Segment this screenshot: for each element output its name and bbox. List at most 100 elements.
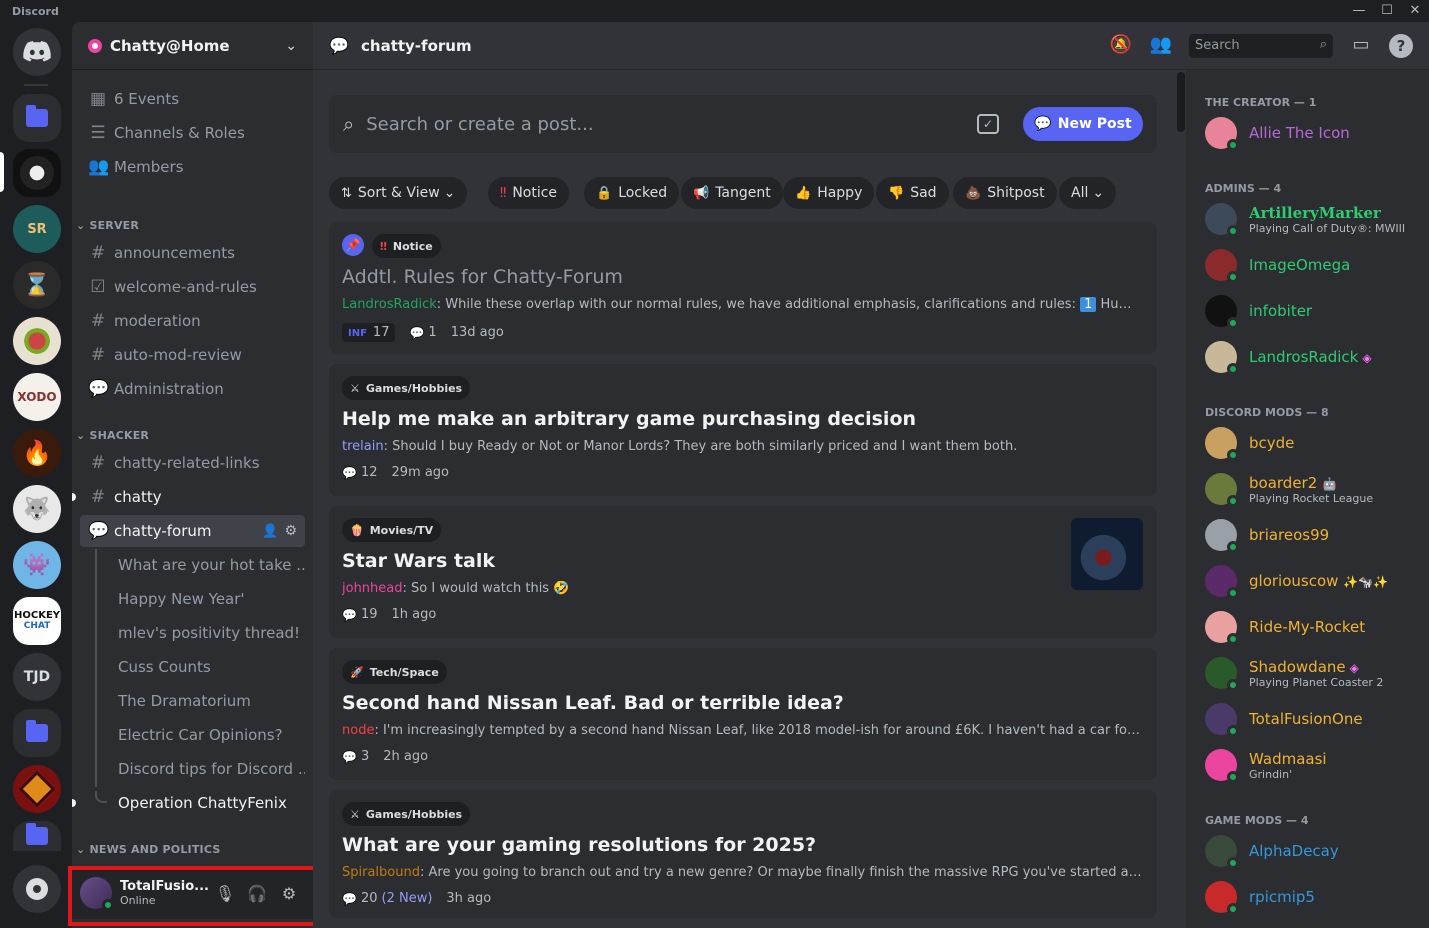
channel-chatty-forum[interactable]: 💬 chatty-forum 👤 ⚙ xyxy=(80,515,305,547)
server-folder[interactable] xyxy=(13,94,61,142)
inbox-icon[interactable]: ▭ xyxy=(1349,34,1373,58)
close-icon[interactable]: ✕ xyxy=(1402,2,1428,20)
member-item[interactable]: ImageOmega xyxy=(1205,244,1425,286)
post-author: LandrosRadick xyxy=(342,297,437,312)
member-item[interactable]: briareos99 xyxy=(1205,514,1425,556)
category-server[interactable]: ⌄ SERVER xyxy=(76,219,139,232)
server-fire[interactable]: 🔥 xyxy=(13,429,61,477)
avatar xyxy=(1205,117,1239,151)
tag-locked[interactable]: 🔒 Locked xyxy=(584,177,680,209)
server-chatty-home[interactable] xyxy=(13,149,61,197)
tag-tangent[interactable]: 📢 Tangent xyxy=(681,177,783,209)
search-input[interactable]: Search ⌕ xyxy=(1189,34,1333,58)
gear-icon[interactable]: ⚙ xyxy=(284,523,297,539)
channel-chatty-related-links[interactable]: # chatty-related-links xyxy=(80,447,305,479)
member-name: TotalFusionOne xyxy=(1249,710,1363,728)
tag-icon: ⚔ xyxy=(350,381,360,395)
member-item[interactable]: Allie The Icon xyxy=(1205,112,1425,154)
category-shacker[interactable]: ⌄ SHACKER xyxy=(76,429,149,442)
scrollbar[interactable] xyxy=(1177,72,1185,132)
thread-item[interactable]: Electric Car Opinions? xyxy=(110,719,305,751)
member-item[interactable]: Ride-My-Rocket xyxy=(1205,606,1425,648)
forum-post-card[interactable]: 🚀 Tech/Space Second hand Nissan Leaf. Bad… xyxy=(329,648,1157,780)
channel-label: moderation xyxy=(114,312,201,330)
forum-post-card[interactable]: 🍿 Movies/TV Star Wars talk johnhead: So I… xyxy=(329,506,1157,638)
member-item[interactable]: LandrosRadick ◈ xyxy=(1205,336,1425,378)
server-tjd[interactable]: TJD xyxy=(13,653,61,701)
discover-button[interactable] xyxy=(13,865,61,913)
member-item[interactable]: ArtilleryMarker Playing Call of Duty®: MW… xyxy=(1205,198,1425,240)
thread-item[interactable]: Operation ChattyFenix xyxy=(110,787,305,819)
invite-icon[interactable]: 👤 xyxy=(262,524,278,539)
member-list-icon[interactable]: 👥 xyxy=(1149,34,1173,58)
tag-sad[interactable]: 👎 Sad xyxy=(876,177,949,209)
channel-chatty[interactable]: # chatty xyxy=(80,481,305,513)
thread-item[interactable]: What are your hot take ... xyxy=(110,549,305,581)
server-folder[interactable] xyxy=(13,821,61,851)
forum-post-card[interactable]: ⚔ Games/Hobbies What are your gaming reso… xyxy=(329,790,1157,918)
member-item[interactable]: AlphaDecay xyxy=(1205,830,1425,872)
thread-item[interactable]: mlev's positivity thread! xyxy=(110,617,305,649)
channel-moderation[interactable]: # moderation xyxy=(80,305,305,337)
mute-notifications-icon[interactable]: 🔕 xyxy=(1109,34,1133,58)
chat-bubble-icon: 💬 xyxy=(342,891,357,906)
server-diamond[interactable] xyxy=(13,765,61,813)
member-item[interactable]: infobiter xyxy=(1205,290,1425,332)
member-item[interactable]: Wadmaasi Grindin' xyxy=(1205,744,1425,786)
member-item[interactable]: Shadowdane ◈ Playing Planet Coaster 2 xyxy=(1205,652,1425,694)
tag-notice[interactable]: ‼ Notice xyxy=(488,177,570,209)
tag-icon: 👎 xyxy=(888,185,905,201)
tag-icon: 📢 xyxy=(693,185,710,201)
server-paladin[interactable] xyxy=(13,317,61,365)
forum-lock-icon: 💬 xyxy=(88,379,110,399)
hourglass-icon: ⌛ xyxy=(23,272,51,298)
tag-label: All xyxy=(1071,185,1089,201)
tag-shitpost[interactable]: 💩 Shitpost xyxy=(953,177,1057,209)
member-item[interactable]: bcyde xyxy=(1205,422,1425,464)
sidebar-item-members[interactable]: 👥 Members xyxy=(80,151,305,183)
server-hourglass[interactable]: ⌛ xyxy=(13,261,61,309)
minimize-icon[interactable]: — xyxy=(1346,2,1372,20)
new-post-button[interactable]: 💬 New Post xyxy=(1023,107,1143,141)
sort-view-button[interactable]: ⇅ Sort & View ⌄ xyxy=(329,177,468,209)
forum-post-card[interactable]: 📌 ‼ Notice Addtl. Rules for Chatty-Forum … xyxy=(329,222,1157,354)
member-name: ImageOmega xyxy=(1249,256,1351,274)
member-name-text: gloriouscow xyxy=(1249,572,1339,590)
tag-label: Games/Hobbies xyxy=(365,807,463,821)
sidebar-item-events[interactable]: ▦ 6 Events xyxy=(80,83,305,115)
tag-happy[interactable]: 👍 Happy xyxy=(783,177,875,209)
forum-post-card[interactable]: ⚔ Games/Hobbies Help me make an arbitrary… xyxy=(329,364,1157,496)
channel-auto-mod-review[interactable]: # auto-mod-review xyxy=(80,339,305,371)
hockey-label: HOCKEY xyxy=(13,610,61,621)
guild-header[interactable]: Chatty@Home ⌄ xyxy=(72,22,313,70)
checkbox-icon[interactable]: ✓ xyxy=(977,114,999,134)
member-item[interactable]: gloriouscow ✨🐄✨ xyxy=(1205,560,1425,602)
home-button[interactable] xyxy=(13,28,61,76)
channel-administration[interactable]: 💬 Administration xyxy=(80,373,305,405)
member-item[interactable]: boarder2 🤖 Playing Rocket League xyxy=(1205,468,1425,510)
sidebar-item-channels-roles[interactable]: ☰ Channels & Roles xyxy=(80,117,305,149)
tag-all-dropdown[interactable]: All ⌄ xyxy=(1059,177,1117,209)
thread-item[interactable]: Cuss Counts xyxy=(110,651,305,683)
server-wolf[interactable]: 🐺 xyxy=(13,485,61,533)
server-stitch[interactable]: 👾 xyxy=(13,541,61,589)
category-news-politics[interactable]: ⌄ NEWS AND POLITICS xyxy=(76,843,220,856)
maximize-icon[interactable]: ☐ xyxy=(1374,2,1400,20)
thread-item[interactable]: The Dramatorium xyxy=(110,685,305,717)
server-sr[interactable]: SR xyxy=(13,205,61,253)
server-hockey-chat[interactable]: HOCKEY CHAT xyxy=(13,597,61,645)
calendar-icon: ▦ xyxy=(89,89,107,109)
channel-announcements[interactable]: # announcements xyxy=(80,237,305,269)
help-icon[interactable]: ? xyxy=(1389,34,1413,58)
forum-search-bar[interactable]: ⌕ Search or create a post... ✓ 💬 New Post xyxy=(329,95,1157,153)
post-stats: INF 17 💬 1 13d ago xyxy=(342,323,504,342)
member-item[interactable]: TotalFusionOne xyxy=(1205,698,1425,740)
channel-welcome-and-rules[interactable]: ☑ welcome-and-rules xyxy=(80,271,305,303)
thread-item[interactable]: Happy New Year' xyxy=(110,583,305,615)
server-xodo[interactable]: XODO xyxy=(13,373,61,421)
post-preview: johnhead: So I would watch this 🤣 xyxy=(342,581,570,596)
server-folder[interactable] xyxy=(13,709,61,757)
thread-item[interactable]: Discord tips for Discord ... xyxy=(110,753,305,785)
post-thumbnail[interactable] xyxy=(1071,518,1143,590)
member-item[interactable]: rpicmip5 xyxy=(1205,876,1425,918)
